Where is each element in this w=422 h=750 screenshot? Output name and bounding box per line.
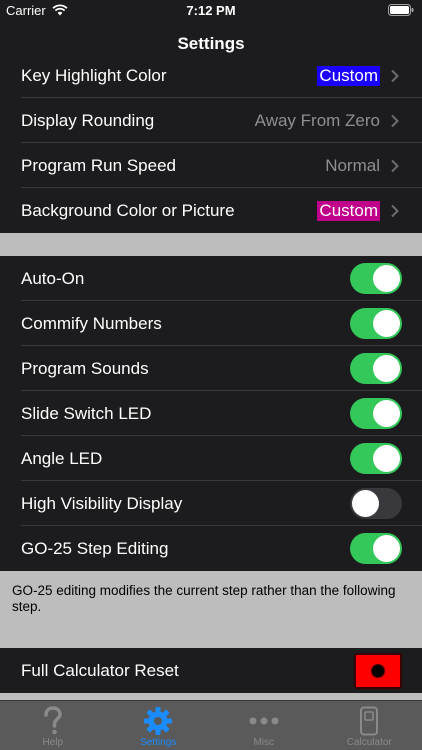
navigation-bar: Settings: [0, 22, 422, 66]
tab-help[interactable]: Help: [0, 701, 106, 750]
row-label: Display Rounding: [21, 110, 155, 130]
section-gap: [0, 233, 422, 256]
row-auto-on: Auto-On: [0, 256, 422, 301]
row-label: GO-25 Step Editing: [21, 538, 169, 558]
gear-icon: [144, 707, 173, 735]
row-label: Angle LED: [21, 448, 103, 468]
auto-on-toggle[interactable]: [350, 263, 402, 294]
go25-step-editing-toggle[interactable]: [350, 533, 402, 564]
tab-settings[interactable]: Settings: [106, 701, 212, 750]
question-icon: [44, 706, 62, 735]
row-label: Slide Switch LED: [21, 403, 152, 423]
row-commify-numbers: Commify Numbers: [0, 301, 422, 346]
row-label: Commify Numbers: [21, 313, 162, 333]
row-display-rounding[interactable]: Display Rounding Away From Zero: [0, 98, 422, 143]
reset-button[interactable]: [354, 652, 402, 689]
settings-group-reset: Full Calculator Reset: [0, 648, 422, 693]
settings-group-options: Key Highlight Color Custom Display Round…: [0, 66, 422, 233]
battery-icon: [388, 4, 414, 16]
chevron-right-icon: [391, 69, 399, 82]
tab-label: Settings: [140, 737, 177, 748]
row-program-run-speed[interactable]: Program Run Speed Normal: [0, 143, 422, 188]
row-label: Auto-On: [21, 268, 85, 288]
tab-calculator[interactable]: Calculator: [317, 701, 422, 750]
row-label: High Visibility Display: [21, 493, 183, 513]
settings-group-toggles: Auto-On Commify Numbers Program Sounds S…: [0, 256, 422, 571]
chevron-right-icon: [391, 204, 399, 217]
chevron-right-icon: [391, 159, 399, 172]
row-value: Normal: [325, 155, 380, 175]
commify-numbers-toggle[interactable]: [350, 308, 402, 339]
row-label: Program Sounds: [21, 358, 149, 378]
row-label: Key Highlight Color: [21, 66, 167, 85]
row-full-calculator-reset: Full Calculator Reset: [0, 648, 422, 693]
row-label: Full Calculator Reset: [21, 660, 179, 680]
tab-label: Calculator: [346, 737, 392, 748]
tab-misc[interactable]: Misc: [211, 701, 317, 750]
key-highlight-badge: Custom: [317, 66, 380, 86]
section-footer-note: GO-25 editing modifies the current step …: [0, 571, 422, 648]
row-angle-led: Angle LED: [0, 436, 422, 481]
row-label: Background Color or Picture: [21, 200, 235, 220]
row-program-sounds: Program Sounds: [0, 346, 422, 391]
calculator-icon: [360, 706, 379, 736]
row-background-color[interactable]: Background Color or Picture Custom: [0, 188, 422, 233]
program-sounds-toggle[interactable]: [350, 353, 402, 384]
status-time: 7:12 PM: [186, 3, 236, 18]
ellipsis-icon: [249, 717, 279, 725]
row-key-highlight-color[interactable]: Key Highlight Color Custom: [0, 66, 422, 98]
chevron-right-icon: [391, 114, 399, 127]
row-slide-switch-led: Slide Switch LED: [0, 391, 422, 436]
background-color-badge: Custom: [317, 200, 380, 221]
tab-label: Help: [42, 737, 64, 748]
tab-bar: Help Settings Misc Calculator: [0, 700, 422, 750]
row-value: Away From Zero: [254, 110, 380, 130]
high-visibility-display-toggle[interactable]: [350, 488, 402, 519]
row-high-visibility-display: High Visibility Display: [0, 481, 422, 526]
row-go25-step-editing: GO-25 Step Editing: [0, 526, 422, 571]
angle-led-toggle[interactable]: [350, 443, 402, 474]
settings-list[interactable]: Key Highlight Color Custom Display Round…: [0, 66, 422, 700]
tab-label: Misc: [253, 737, 275, 748]
status-bar: Carrier 7:12 PM: [0, 0, 422, 22]
reset-dot-icon: [371, 663, 385, 678]
row-label: Program Run Speed: [21, 155, 176, 175]
page-title: Settings: [177, 34, 245, 53]
slide-switch-led-toggle[interactable]: [350, 398, 402, 429]
